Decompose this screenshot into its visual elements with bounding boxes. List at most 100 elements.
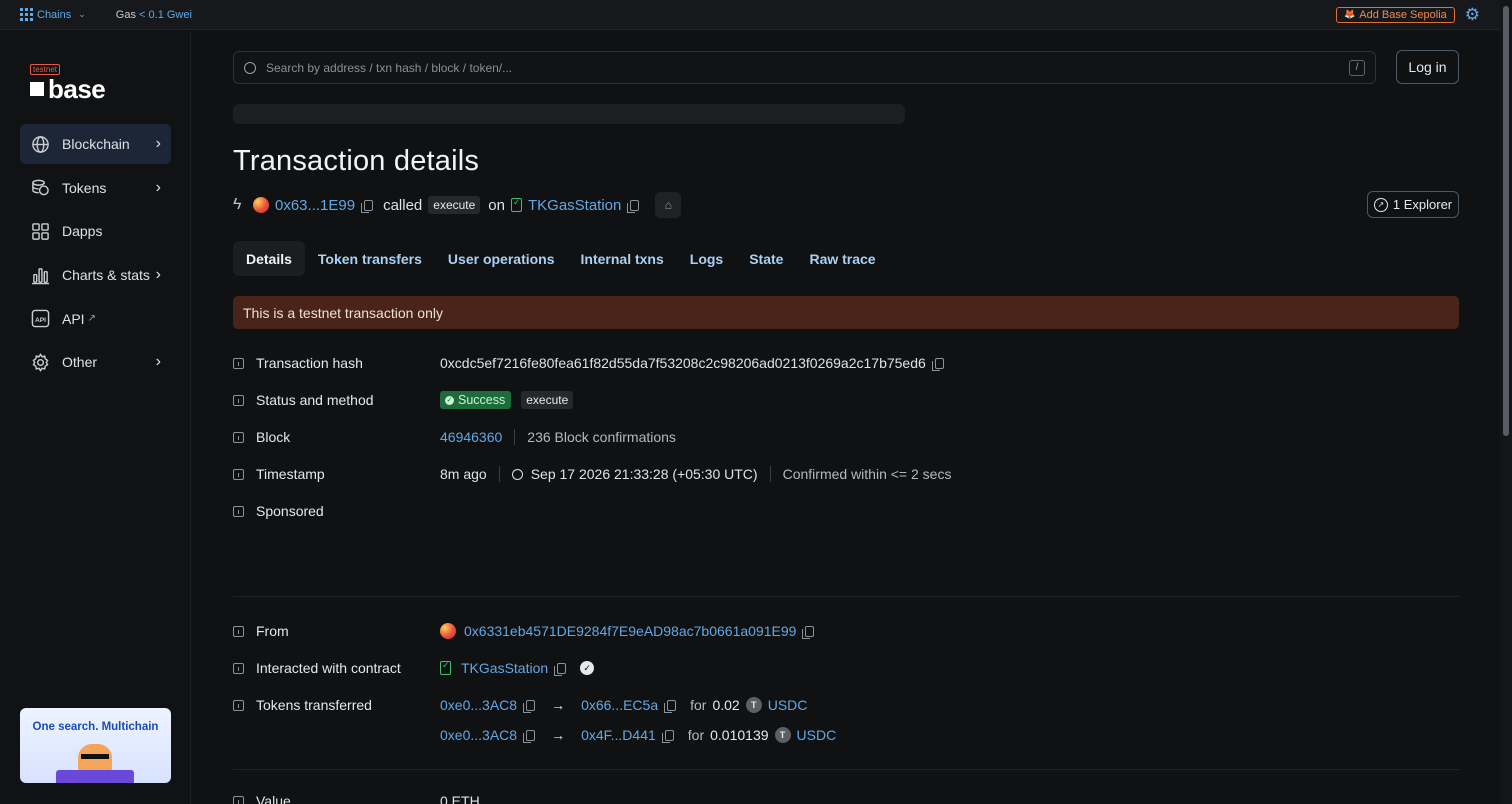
row-status-method: Status and method ✓ Success execute [233, 388, 1459, 412]
tab-internal-txns[interactable]: Internal txns [568, 241, 677, 276]
token-link[interactable]: USDC [797, 727, 837, 743]
method-badge: execute [521, 391, 574, 409]
info-icon[interactable] [233, 394, 244, 406]
chevron-right-icon: › [155, 135, 161, 152]
sidebar-item-other[interactable]: Other › [20, 342, 171, 382]
sidebar-item-blockchain[interactable]: Blockchain › [20, 124, 171, 164]
login-button[interactable]: Log in [1396, 50, 1459, 84]
scrollbar-thumb[interactable] [1503, 6, 1509, 436]
promo-text: One search. Multichain [32, 721, 159, 733]
token-icon: T [774, 727, 791, 743]
logo[interactable]: testnet base [30, 59, 106, 102]
row-transaction-hash: Transaction hash 0xcdc5ef7216fe80fea61f8… [233, 351, 1459, 375]
copy-icon[interactable] [931, 357, 944, 371]
tab-logs[interactable]: Logs [677, 241, 736, 276]
transfer-to-link[interactable]: 0x66...EC5a [581, 697, 658, 713]
sidebar-item-dapps[interactable]: Dapps [20, 211, 171, 251]
copy-icon[interactable] [627, 199, 640, 213]
chains-dropdown[interactable]: Chains ⌄ [20, 8, 86, 21]
tab-raw-trace[interactable]: Raw trace [796, 241, 888, 276]
promo-banner[interactable]: One search. Multichain [20, 708, 171, 783]
transfer-to-link[interactable]: 0x4F...D441 [581, 727, 656, 743]
row-interacted-contract: Interacted with contract TKGasStation ✓ [233, 656, 1459, 680]
info-icon[interactable] [233, 505, 244, 517]
row-label: Transaction hash [256, 355, 363, 371]
info-icon[interactable] [233, 699, 244, 711]
tab-user-operations[interactable]: User operations [435, 241, 568, 276]
copy-icon[interactable] [664, 699, 677, 713]
chevron-right-icon: › [155, 178, 161, 196]
transfer-from-link[interactable]: 0xe0...3AC8 [440, 697, 517, 713]
tab-state[interactable]: State [736, 241, 796, 276]
info-icon[interactable] [233, 431, 244, 443]
tab-details[interactable]: Details [233, 241, 305, 276]
divider [498, 466, 500, 482]
tx-summary: ϟ 0x63...1E99 called execute on TKGasSta… [233, 192, 682, 218]
on-text: on [488, 196, 505, 214]
loading-skeleton [233, 104, 905, 124]
tag-icon[interactable]: ⌂ [655, 192, 682, 218]
sidebar: testnet base Blockchain › Tokens › Dapps [0, 31, 191, 804]
sidebar-item-label: API [62, 310, 85, 327]
contract-icon [510, 197, 522, 212]
gas-price[interactable]: Gas < 0.1 Gwei [116, 9, 192, 21]
tx-datetime: Sep 17 2026 21:33:28 (+05:30 UTC) [530, 466, 758, 482]
sidebar-item-tokens[interactable]: Tokens › [20, 168, 171, 208]
gear-icon [30, 352, 50, 372]
transfer-amount: 0.010139 [710, 727, 769, 743]
row-block: Block 46946360 236 Block confirmations [233, 425, 1459, 449]
transfer-amount: 0.02 [712, 697, 740, 713]
contract-link[interactable]: TKGasStation [528, 197, 621, 214]
external-link-icon: ↗ [87, 313, 96, 325]
value-amount: 0 ETH [440, 793, 480, 804]
info-icon[interactable] [233, 662, 244, 674]
contract-icon [440, 660, 451, 675]
settings-gear-icon[interactable]: ⚙ [1465, 6, 1480, 23]
explorer-label: 1 Explorer [1392, 197, 1453, 212]
tx-hash-value: 0xcdc5ef7216fe80fea61f82d55da7f53208c2c9… [440, 355, 926, 371]
tab-token-transfers[interactable]: Token transfers [305, 241, 435, 276]
row-sponsored: Sponsored [233, 499, 1459, 523]
fox-icon: 🦊 [1344, 9, 1356, 19]
block-link[interactable]: 46946360 [440, 429, 502, 445]
copy-icon[interactable] [361, 199, 374, 213]
status-text: Success [458, 393, 506, 407]
copy-icon[interactable] [554, 662, 567, 676]
compass-icon: ↗ [1373, 197, 1388, 212]
transfer-from-link[interactable]: 0xe0...3AC8 [440, 727, 517, 743]
for-text: for [690, 697, 707, 713]
copy-icon[interactable] [523, 729, 536, 743]
add-network-button[interactable]: 🦊 Add Base Sepolia [1336, 6, 1455, 23]
scrollbar[interactable] [1500, 0, 1512, 804]
from-address-link[interactable]: 0x63...1E99 [275, 197, 355, 214]
info-icon[interactable] [233, 357, 244, 369]
testnet-alert: This is a testnet transaction only [233, 296, 1459, 329]
search-input[interactable]: Search by address / txn hash / block / t… [233, 51, 1376, 84]
copy-icon[interactable] [661, 729, 674, 743]
chains-label: Chains [37, 8, 72, 21]
tabs: Details Token transfers User operations … [233, 241, 889, 276]
row-tokens-transferred: Tokens transferred 0xe0...3AC8 → 0x66...… [233, 693, 1459, 717]
copy-icon[interactable] [802, 625, 815, 639]
divider [769, 466, 771, 482]
token-link[interactable]: USDC [768, 697, 808, 713]
from-address-link[interactable]: 0x6331eb4571DE9284f7E9eAD98ac7b0661a091E… [464, 623, 796, 639]
api-icon: API [30, 309, 50, 329]
info-icon[interactable] [233, 468, 244, 480]
copy-icon[interactable] [523, 699, 536, 713]
coins-icon [30, 178, 50, 198]
sidebar-item-charts-stats[interactable]: Charts & stats › [20, 255, 171, 295]
apps-grid-icon [30, 221, 50, 241]
row-label: Interacted with contract [256, 660, 401, 676]
block-confirmations: 236 Block confirmations [527, 429, 676, 445]
explorer-button[interactable]: ↗ 1 Explorer [1367, 191, 1459, 218]
verified-check-icon: ✓ [580, 661, 595, 675]
sidebar-item-api[interactable]: API API ↗ [20, 299, 171, 339]
info-icon[interactable] [233, 795, 244, 804]
row-label: Tokens transferred [256, 697, 372, 713]
contract-link[interactable]: TKGasStation [461, 660, 548, 676]
row-label: Timestamp [256, 466, 325, 482]
row-label: Sponsored [256, 503, 324, 519]
shortcut-key: / [1349, 59, 1365, 76]
info-icon[interactable] [233, 625, 244, 637]
